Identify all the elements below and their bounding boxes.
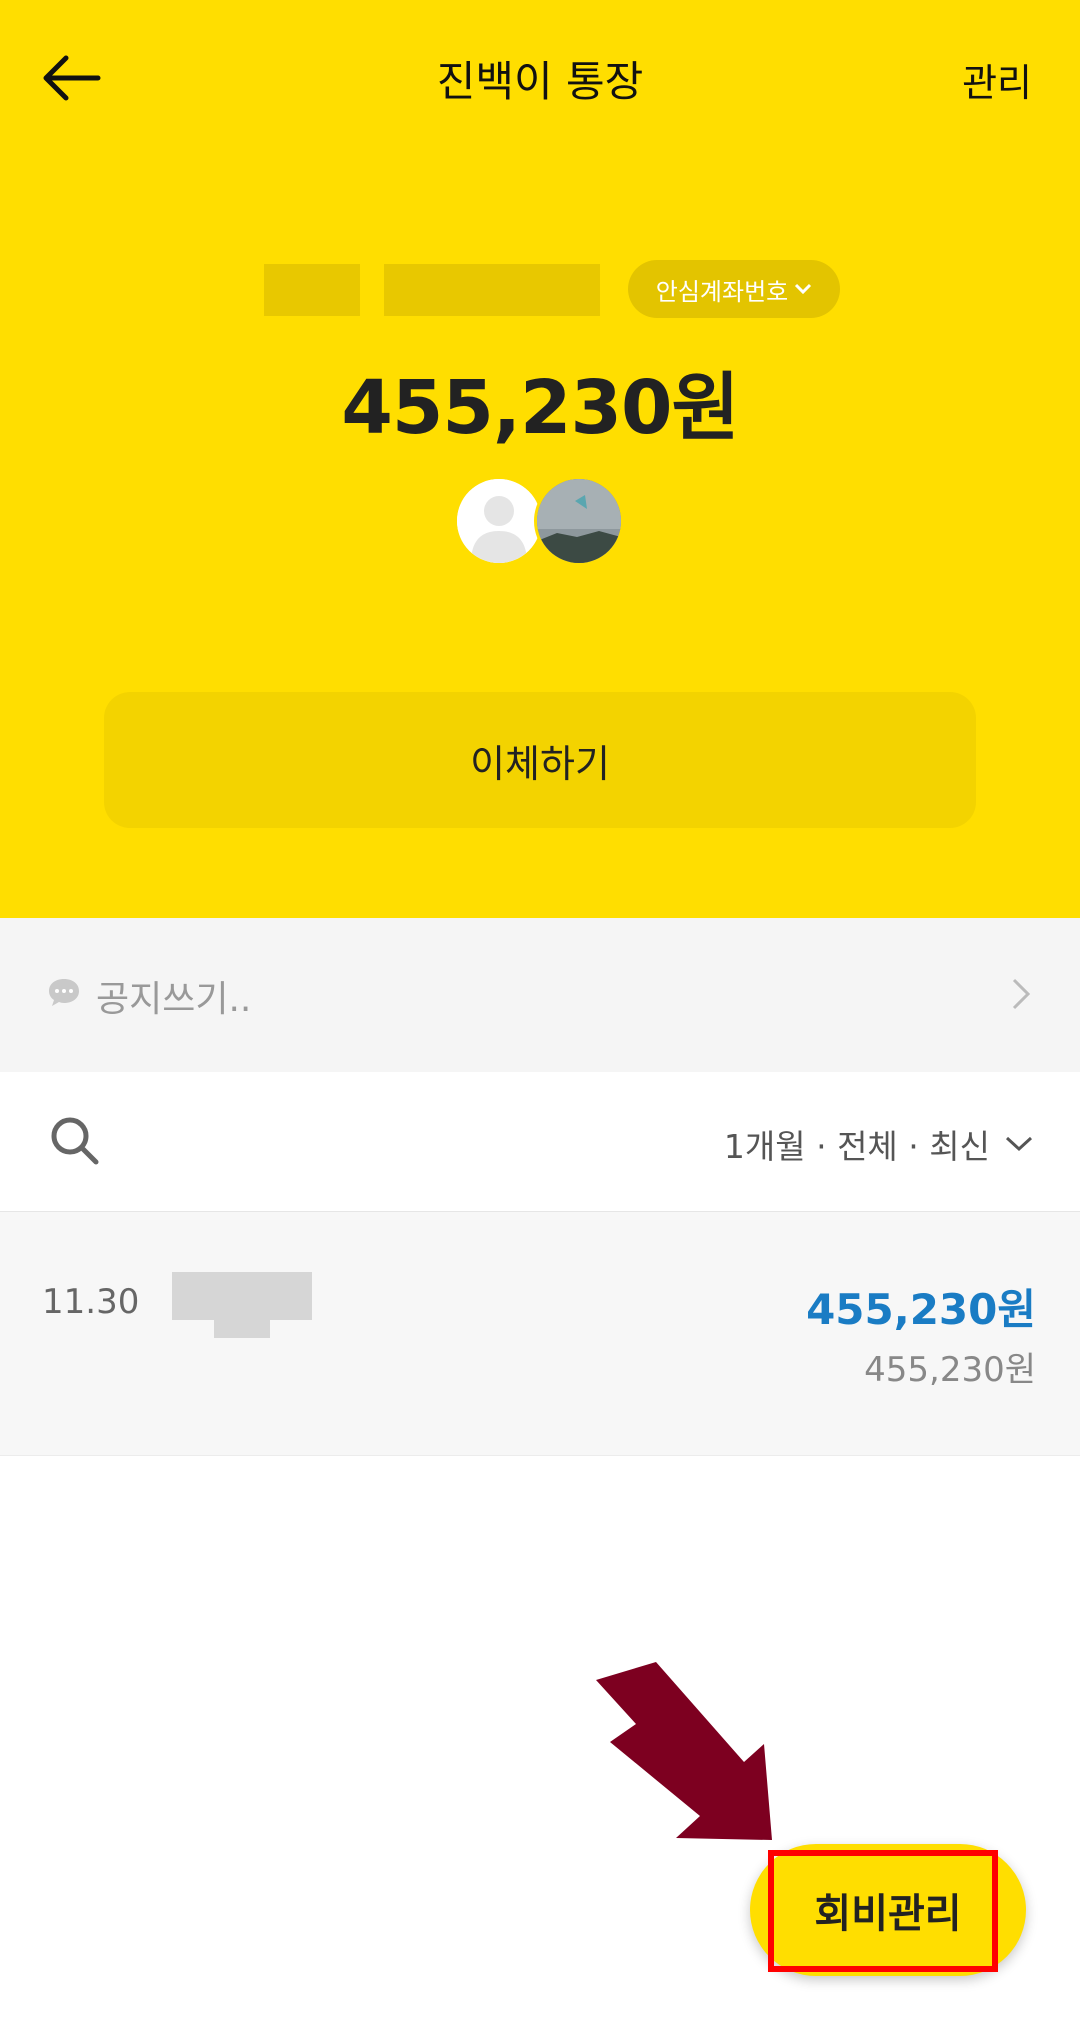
speech-bubble-icon bbox=[49, 979, 79, 1006]
search-button[interactable] bbox=[46, 1112, 104, 1170]
account-balance: 455,230원 bbox=[341, 365, 739, 451]
notice-row[interactable]: 공지쓰기.. bbox=[0, 918, 1080, 1072]
fee-management-button[interactable]: 회비관리 bbox=[750, 1844, 1026, 1976]
chevron-right-icon bbox=[1012, 978, 1031, 1010]
default-user-icon bbox=[457, 479, 541, 563]
transaction-name-redacted bbox=[172, 1272, 312, 1356]
app-bar: 진백이 통장 관리 bbox=[0, 0, 1080, 156]
safe-account-number-label: 안심계좌번호 bbox=[655, 277, 789, 306]
photo-avatar-image bbox=[537, 479, 621, 563]
avatar[interactable] bbox=[534, 476, 624, 566]
chevron-down-icon bbox=[795, 283, 812, 295]
account-number-redacted bbox=[264, 264, 600, 316]
transaction-row[interactable]: 11.30 455,230원 455,230원 bbox=[0, 1212, 1080, 1456]
member-avatars[interactable] bbox=[454, 476, 634, 568]
page-title: 진백이 통장 bbox=[436, 57, 644, 106]
transaction-amount: 455,230원 bbox=[806, 1285, 1036, 1334]
filter-label: 1개월 · 전체 · 최신 bbox=[723, 1127, 990, 1166]
search-icon bbox=[51, 1117, 99, 1165]
filter-dropdown[interactable]: 1개월 · 전체 · 최신 bbox=[724, 1116, 1034, 1172]
transaction-filter-bar: 1개월 · 전체 · 최신 bbox=[0, 1072, 1080, 1212]
transfer-button[interactable]: 이체하기 bbox=[104, 692, 976, 828]
account-number-row: 안심계좌번호 bbox=[0, 260, 1080, 322]
avatar[interactable] bbox=[454, 476, 544, 566]
manage-button[interactable]: 관리 bbox=[962, 52, 1032, 107]
transaction-date: 11.30 bbox=[42, 1282, 140, 1322]
account-header-section: 진백이 통장 관리 안심계좌번호 455,230원 이체하기 bbox=[0, 0, 1080, 918]
chevron-down-icon bbox=[1005, 1136, 1033, 1152]
transaction-balance-after: 455,230원 bbox=[864, 1350, 1036, 1390]
safe-account-number-button[interactable]: 안심계좌번호 bbox=[628, 260, 840, 318]
annotation-arrow bbox=[596, 1662, 772, 1840]
notice-placeholder: 공지쓰기.. bbox=[96, 979, 252, 1020]
